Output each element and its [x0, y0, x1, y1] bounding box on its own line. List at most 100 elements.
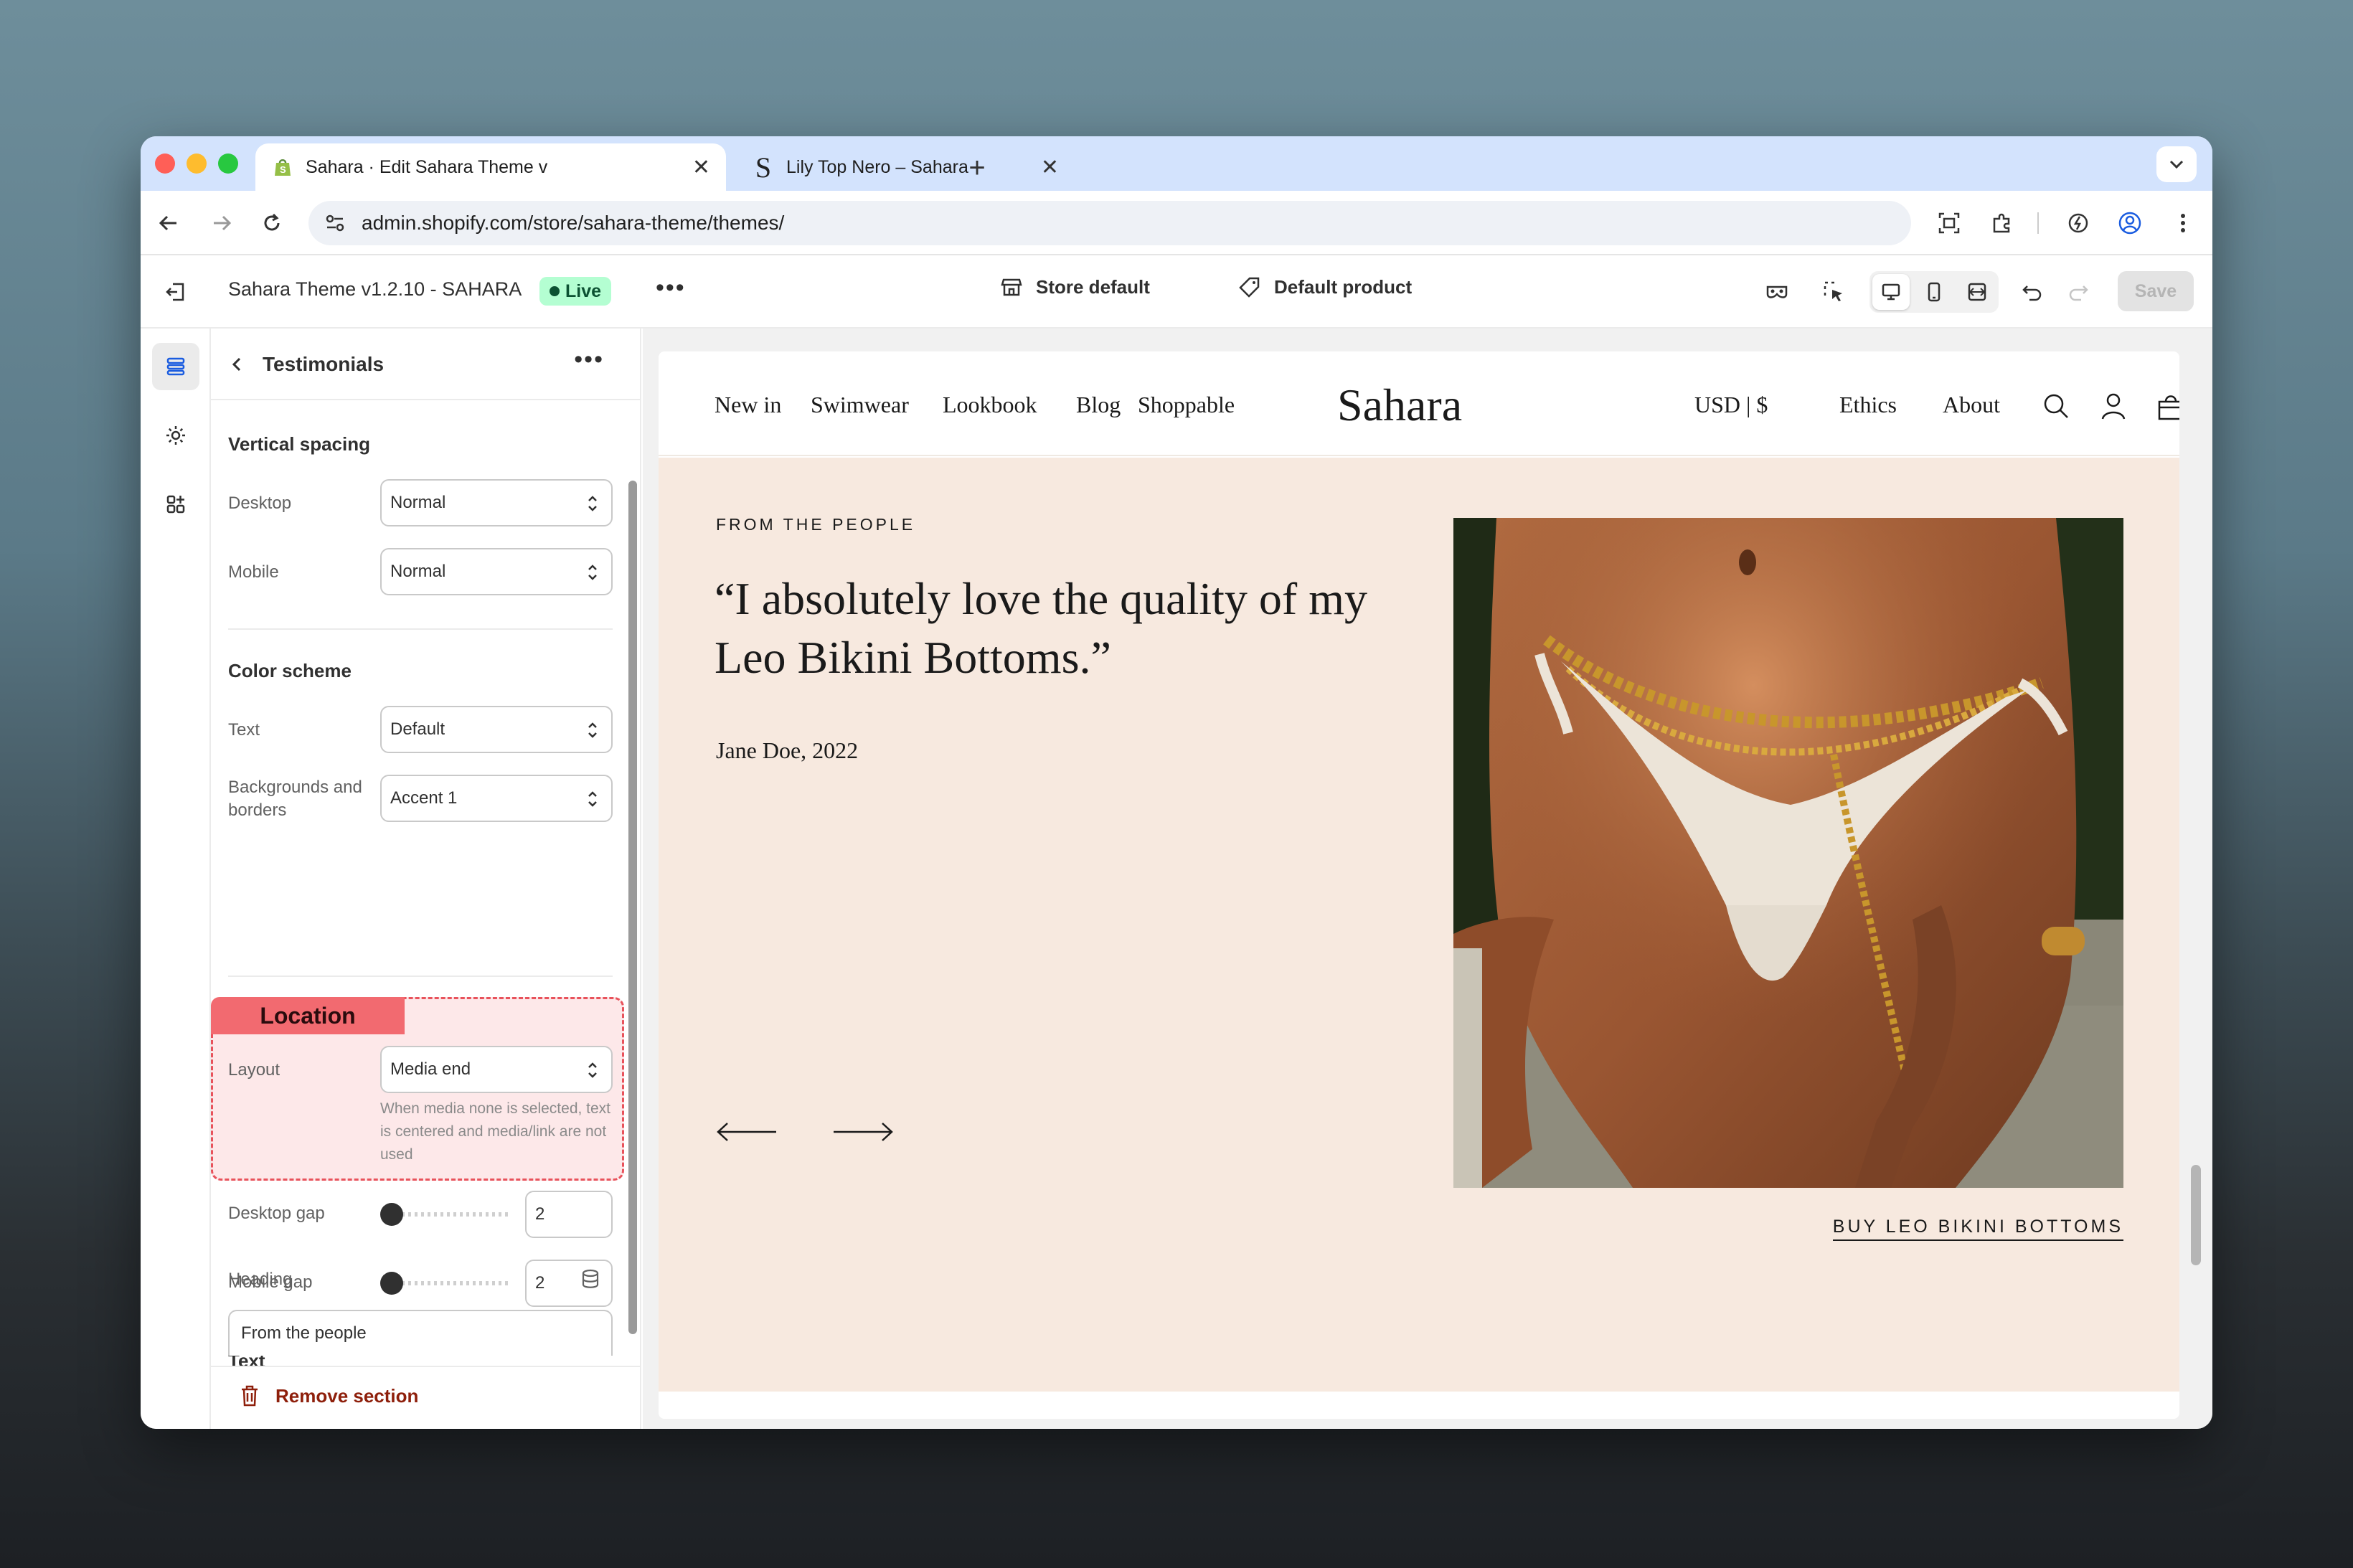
- desktop-gap-input[interactable]: 2: [525, 1191, 613, 1238]
- cart-bag-icon[interactable]: [2155, 390, 2179, 422]
- apps-nav-button[interactable]: [152, 481, 199, 528]
- section-settings-panel: Testimonials ••• Vertical spacing Deskto…: [211, 329, 641, 1429]
- previous-arrow-icon[interactable]: [715, 1118, 779, 1146]
- store-select-label: Store default: [1036, 275, 1150, 298]
- panel-scrollbar[interactable]: [628, 481, 637, 1334]
- inspector-button[interactable]: [1759, 274, 1795, 310]
- vertical-spacing-heading: Vertical spacing: [228, 433, 370, 455]
- remove-section-button[interactable]: Remove section: [240, 1384, 418, 1407]
- desktop-gap-label: Desktop gap: [228, 1204, 325, 1223]
- screenshot-icon: [1938, 212, 1960, 234]
- reload-icon: [264, 213, 280, 231]
- sahara-s-icon: S: [755, 151, 772, 184]
- kebab-menu-icon: [2181, 214, 2185, 232]
- exit-icon: [166, 283, 184, 301]
- theme-settings-nav-button[interactable]: [152, 412, 199, 459]
- store-template-select[interactable]: Store default: [1000, 275, 1150, 298]
- browser-tab-editor[interactable]: S Sahara · Edit Sahara Theme v ✕: [255, 143, 726, 191]
- next-arrow-icon[interactable]: [831, 1118, 895, 1146]
- profile-icon: [2118, 212, 2141, 235]
- store-navigation: New in Swimwear Lookbook Blog Shoppable …: [659, 351, 2179, 456]
- sections-icon: [166, 357, 185, 376]
- heading-input[interactable]: From the people: [228, 1310, 613, 1356]
- status-badge: Live: [539, 277, 612, 306]
- browser-menu-button[interactable]: [2165, 205, 2201, 241]
- chevron-left-icon[interactable]: [227, 351, 247, 377]
- nav-link-ethics[interactable]: Ethics: [1839, 392, 1897, 418]
- extensions-button[interactable]: [1984, 205, 2020, 241]
- browser-toolbar: admin.shopify.com/store/sahara-theme/the…: [141, 191, 2212, 255]
- product-select-label: Default product: [1274, 275, 1413, 298]
- theme-actions-button[interactable]: •••: [656, 274, 686, 302]
- currency-selector[interactable]: USD | $: [1694, 392, 1768, 418]
- undo-button[interactable]: [2014, 274, 2050, 310]
- window-minimize-button[interactable]: [187, 154, 207, 174]
- redo-button[interactable]: [2060, 274, 2096, 310]
- nav-link-lookbook[interactable]: Lookbook: [943, 392, 1037, 418]
- performance-button[interactable]: [2060, 205, 2096, 241]
- text-color-select[interactable]: Default: [380, 706, 613, 753]
- address-bar[interactable]: admin.shopify.com/store/sahara-theme/the…: [308, 201, 1911, 245]
- section-divider: [228, 976, 613, 977]
- arrow-left-icon: [159, 215, 176, 231]
- new-tab-button[interactable]: +: [956, 146, 999, 189]
- desktop-gap-slider-track[interactable]: [389, 1212, 511, 1217]
- tab-search-button[interactable]: [2156, 146, 2197, 182]
- url-text: admin.shopify.com/store/sahara-theme/the…: [362, 212, 785, 234]
- store-logo[interactable]: Sahara: [1337, 379, 1462, 432]
- back-button[interactable]: [151, 205, 187, 241]
- redo-icon: [2069, 285, 2088, 301]
- desktop-spacing-select[interactable]: Normal: [380, 479, 613, 526]
- product-template-select[interactable]: Default product: [1238, 275, 1412, 298]
- profile-button[interactable]: [2112, 205, 2148, 241]
- nav-link-about[interactable]: About: [1943, 392, 2000, 418]
- window-close-button[interactable]: [155, 154, 175, 174]
- sections-nav-button[interactable]: [152, 343, 199, 390]
- exit-button[interactable]: [158, 274, 194, 310]
- mobile-spacing-select[interactable]: Normal: [380, 548, 613, 595]
- screen-capture-button[interactable]: [1931, 205, 1967, 241]
- nav-link-blog[interactable]: Blog: [1076, 392, 1121, 418]
- nav-link-swimwear[interactable]: Swimwear: [811, 392, 909, 418]
- fullscreen-view-button[interactable]: [1958, 274, 1996, 310]
- buy-product-link[interactable]: BUY LEO BIKINI BOTTOMS: [1591, 1217, 2123, 1241]
- tab-strip: S Sahara · Edit Sahara Theme v ✕ S Lily …: [141, 136, 2212, 191]
- mobile-gap-slider-track[interactable]: [389, 1281, 511, 1285]
- arrow-right-icon: [214, 215, 232, 231]
- window-zoom-button[interactable]: [218, 154, 238, 174]
- viewport-switcher: [1869, 271, 1999, 313]
- testimonial-quote: “I absolutely love the quality of my Leo…: [715, 573, 1367, 683]
- panel-title: Testimonials: [263, 353, 385, 375]
- buy-product-label: BUY LEO BIKINI BOTTOMS: [1832, 1217, 2123, 1241]
- site-settings-icon[interactable]: [324, 212, 346, 234]
- layout-select[interactable]: Media end: [380, 1046, 613, 1093]
- save-button[interactable]: Save: [2118, 271, 2194, 311]
- layout-label: Layout: [228, 1060, 280, 1080]
- background-color-select[interactable]: Accent 1: [380, 775, 613, 822]
- account-icon[interactable]: [2098, 390, 2129, 422]
- close-icon[interactable]: ✕: [1041, 155, 1059, 180]
- nav-link-new-in[interactable]: New in: [715, 392, 781, 418]
- select-element-button[interactable]: [1816, 274, 1852, 310]
- select-value: Accent 1: [390, 788, 458, 808]
- reload-button[interactable]: [254, 205, 290, 241]
- desktop-view-button[interactable]: [1872, 274, 1910, 310]
- browser-window: S Sahara · Edit Sahara Theme v ✕ S Lily …: [141, 136, 2212, 1429]
- testimonials-section[interactable]: FROM THE PEOPLE “I absolutely love the q…: [659, 458, 2179, 1392]
- dynamic-source-icon[interactable]: [580, 1268, 601, 1290]
- tag-icon: [1239, 277, 1260, 298]
- forward-button[interactable]: [204, 205, 240, 241]
- section-actions-button[interactable]: •••: [574, 346, 604, 374]
- mobile-gap-slider-handle[interactable]: [380, 1272, 403, 1295]
- close-icon[interactable]: ✕: [692, 155, 710, 180]
- mobile-icon: [1928, 282, 1941, 302]
- browser-tab-product[interactable]: S Lily Top Nero – Sahara ✕: [736, 143, 1059, 191]
- remove-section-label: Remove section: [275, 1384, 419, 1407]
- preview-scrollbar[interactable]: [2191, 1165, 2201, 1265]
- puzzle-icon: [1993, 213, 2010, 233]
- search-icon[interactable]: [2040, 390, 2072, 422]
- mobile-view-button[interactable]: [1915, 274, 1953, 310]
- nav-link-shoppable[interactable]: Shoppable: [1138, 392, 1235, 418]
- desktop-gap-slider-handle[interactable]: [380, 1203, 403, 1226]
- testimonial-product-photo: [1453, 518, 2123, 1188]
